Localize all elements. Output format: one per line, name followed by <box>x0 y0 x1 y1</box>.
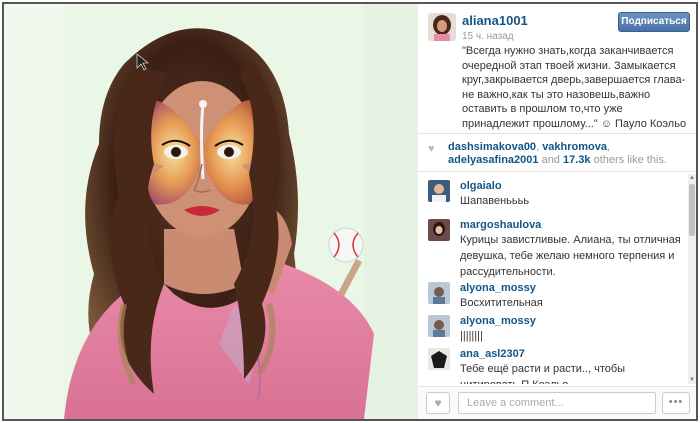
post-caption: "Всегда нужно знать,когда заканчивается … <box>462 45 687 130</box>
comment-avatar[interactable] <box>428 282 450 304</box>
comment-item: alyona_mossy Восхитительная <box>418 276 688 309</box>
comment-text: Курицы завистливые. Алиана, ты отличная … <box>460 234 681 278</box>
post-header: aliana1001 15 ч. назад "Всегда нужно зна… <box>418 4 696 132</box>
comment-item: alyona_mossy |||||||| <box>418 309 688 342</box>
likes-summary: ♥ dashsimakova00, vakhromova, adelyasafi… <box>418 135 696 169</box>
follow-button[interactable]: Подписаться <box>618 12 690 32</box>
post-sidebar: aliana1001 15 ч. назад "Всегда нужно зна… <box>418 4 696 419</box>
comment-text: Тебе ещё расти и расти.., чтобы цитирова… <box>460 363 626 384</box>
comment-bar: ♥ ••• <box>418 386 696 419</box>
comments-scrollbar[interactable]: ▲ ▼ <box>688 174 696 384</box>
comments-list[interactable]: olgaialo Шапавеньььь margoshaulova Куриц… <box>418 174 688 384</box>
post-photo[interactable] <box>4 4 418 419</box>
post-time[interactable]: 15 ч. назад <box>462 31 514 42</box>
comment-item: margoshaulova Курицы завистливые. Алиана… <box>418 213 688 278</box>
comment-username[interactable]: olgaialo <box>460 174 682 193</box>
scroll-up-arrow-icon[interactable]: ▲ <box>688 174 696 182</box>
comment-username[interactable]: alyona_mossy <box>460 309 682 328</box>
divider <box>418 133 696 134</box>
comment-username[interactable]: margoshaulova <box>460 213 682 232</box>
comment-item: olgaialo Шапавеньььь <box>418 174 688 213</box>
likes-tail: others like this. <box>590 154 667 166</box>
likes-and: and <box>538 154 563 166</box>
liker-link[interactable]: vakhromova <box>542 141 607 153</box>
selfie-image <box>4 4 418 419</box>
owner-username[interactable]: aliana1001 <box>462 13 528 28</box>
comment-avatar[interactable] <box>428 219 450 241</box>
like-button[interactable]: ♥ <box>426 392 450 414</box>
scrollbar-thumb[interactable] <box>689 184 695 236</box>
comment-avatar[interactable] <box>428 180 450 202</box>
comment-avatar[interactable] <box>428 348 450 370</box>
liker-link[interactable]: dashsimakova00 <box>448 141 536 153</box>
heart-icon: ♥ <box>428 143 435 155</box>
scroll-down-arrow-icon[interactable]: ▼ <box>688 376 696 384</box>
heart-icon: ♥ <box>434 396 442 410</box>
owner-avatar[interactable] <box>428 13 456 41</box>
comment-avatar[interactable] <box>428 315 450 337</box>
divider <box>418 171 696 172</box>
likes-count[interactable]: 17.3k <box>563 154 591 166</box>
liker-link[interactable]: adelyasafina2001 <box>448 154 539 166</box>
comment-input[interactable] <box>458 392 656 414</box>
likes-separator: , <box>607 141 611 153</box>
comment-username[interactable]: alyona_mossy <box>460 276 682 295</box>
post-window: aliana1001 15 ч. назад "Всегда нужно зна… <box>2 2 698 421</box>
comment-item: ana_asl2307 Тебе ещё расти и расти.., чт… <box>418 342 688 384</box>
comment-text: Шапавеньььь <box>460 195 530 207</box>
ellipsis-icon: ••• <box>668 396 684 408</box>
more-options-button[interactable]: ••• <box>662 392 690 414</box>
comment-username[interactable]: ana_asl2307 <box>460 342 682 361</box>
